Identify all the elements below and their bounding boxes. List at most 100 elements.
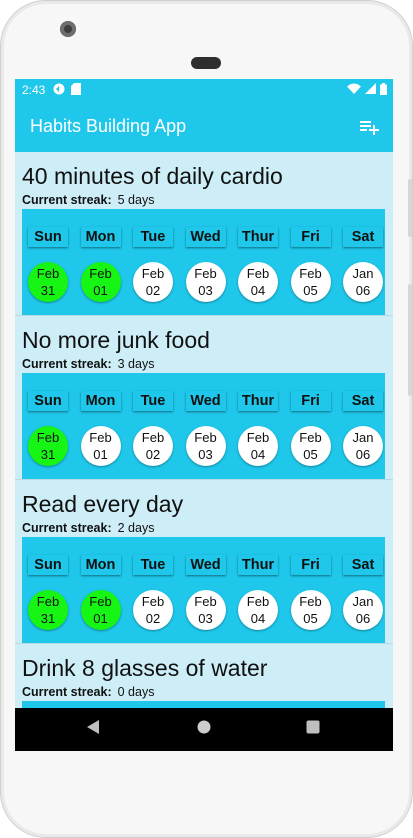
day-label: Fri	[290, 555, 331, 575]
recents-button[interactable]	[293, 708, 333, 751]
week-tracker: Sun Feb 31 Mon Feb 01 Tue Feb 02 Wed Feb 03 Thur Feb 0…	[22, 373, 385, 479]
habit-card[interactable]: Read every day Current streak: 2 days Sun Fe…	[15, 480, 393, 644]
signal-icon	[365, 83, 376, 97]
date-toggle[interactable]: Feb 04	[238, 426, 278, 466]
date-day: 01	[93, 447, 108, 462]
date-month: Jan	[352, 594, 374, 609]
date-toggle[interactable]: Feb 02	[133, 262, 173, 302]
day-column: Sun Feb 31	[22, 537, 74, 643]
date-month: Feb	[299, 266, 322, 281]
date-toggle[interactable]: Feb 01	[80, 262, 121, 302]
date-toggle[interactable]: Feb 05	[290, 426, 331, 466]
day-column: Tue Feb 02	[127, 537, 179, 643]
week-tracker: Sun Feb 31 Mon Feb 01 Tue Feb 02 Wed Feb 03 Thur Feb 0…	[22, 537, 385, 643]
date-toggle[interactable]: Feb 04	[238, 590, 278, 630]
date-day: 01	[93, 283, 108, 298]
day-label: Fri	[290, 391, 331, 411]
day-label: Mon	[80, 555, 121, 575]
date-month: Feb	[194, 594, 217, 609]
date-toggle[interactable]: Feb 02	[133, 590, 173, 630]
date-toggle[interactable]: Jan 06	[343, 590, 383, 630]
habit-name: Read every day	[22, 491, 184, 517]
habit-name: 40 minutes of daily cardio	[22, 163, 283, 189]
date-toggle[interactable]: Feb 03	[185, 262, 226, 302]
day-label: Sun	[28, 227, 68, 247]
day-label: Wed	[185, 391, 226, 411]
date-toggle[interactable]: Jan 06	[343, 426, 383, 466]
day-column: Sat Jan 06	[337, 373, 389, 479]
battery-icon	[380, 82, 387, 98]
date-month: Feb	[36, 594, 60, 609]
date-toggle[interactable]: Feb 31	[28, 590, 68, 630]
screen: 2:43 Habits Building App 40 minutes of d…	[15, 79, 393, 751]
day-column: Mon Feb 01	[75, 209, 127, 315]
date-day: 31	[40, 611, 56, 626]
day-column: Thur Feb 04	[232, 537, 284, 643]
streak-label: Current streak:	[22, 685, 112, 699]
date-day: 04	[250, 447, 266, 462]
day-label: Thur	[238, 391, 278, 411]
habit-name: No more junk food	[22, 327, 210, 353]
streak-label: Current streak:	[22, 193, 112, 207]
date-toggle[interactable]: Feb 31	[28, 262, 68, 302]
streak-value: 0 days	[117, 685, 155, 699]
date-toggle[interactable]: Feb 03	[185, 590, 226, 630]
day-column: Sat Jan 06	[337, 537, 389, 643]
date-month: Feb	[194, 430, 217, 445]
day-column: Mon Feb 01	[75, 537, 127, 643]
volume-button	[408, 284, 412, 396]
date-day: 02	[145, 611, 161, 626]
current-streak: Current streak: 5 days	[22, 193, 154, 207]
app-notification-icon	[53, 83, 65, 98]
date-toggle[interactable]: Feb 02	[133, 426, 173, 466]
date-month: Feb	[36, 266, 60, 281]
date-month: Feb	[141, 430, 165, 445]
date-day: 31	[40, 447, 56, 462]
current-streak: Current streak: 3 days	[22, 357, 154, 371]
day-column: Tue Feb 02	[127, 373, 179, 479]
habit-card[interactable]: 40 minutes of daily cardio Current streak…	[15, 152, 393, 316]
earpiece-speaker	[191, 57, 221, 69]
back-button[interactable]	[73, 708, 113, 751]
date-day: 06	[355, 611, 371, 626]
date-day: 31	[40, 283, 56, 298]
day-column: Wed Feb 03	[180, 373, 232, 479]
day-label: Mon	[80, 391, 121, 411]
day-label: Sun	[28, 391, 68, 411]
date-toggle[interactable]: Feb 05	[290, 590, 331, 630]
date-toggle[interactable]: Feb 05	[290, 262, 331, 302]
date-day: 03	[198, 611, 213, 626]
day-label: Wed	[185, 555, 226, 575]
habit-card[interactable]: No more junk food Current streak: 3 days Su…	[15, 316, 393, 480]
date-toggle[interactable]: Feb 01	[80, 426, 121, 466]
date-month: Feb	[89, 266, 112, 281]
day-column: Wed Feb 03	[180, 537, 232, 643]
day-column: Fri Feb 05	[285, 373, 337, 479]
streak-label: Current streak:	[22, 357, 112, 371]
date-day: 02	[145, 283, 161, 298]
date-month: Jan	[352, 266, 374, 281]
date-month: Jan	[352, 430, 374, 445]
day-column: Fri Feb 05	[285, 537, 337, 643]
date-day: 03	[198, 283, 213, 298]
day-column: Thur Feb 04	[232, 373, 284, 479]
date-month: Feb	[89, 430, 112, 445]
date-day: 01	[93, 611, 108, 626]
date-toggle[interactable]: Feb 31	[28, 426, 68, 466]
day-column: Thur Feb 04	[232, 209, 284, 315]
day-column: Sat Jan 06	[337, 209, 389, 315]
date-day: 04	[250, 283, 266, 298]
power-button	[408, 179, 412, 237]
streak-label: Current streak:	[22, 521, 112, 535]
date-toggle[interactable]: Feb 01	[80, 590, 121, 630]
date-toggle[interactable]: Feb 04	[238, 262, 278, 302]
date-toggle[interactable]: Feb 03	[185, 426, 226, 466]
playlist-add-icon[interactable]	[358, 116, 380, 138]
day-label: Fri	[290, 227, 331, 247]
date-day: 05	[303, 447, 318, 462]
home-button[interactable]	[184, 708, 224, 751]
date-toggle[interactable]: Jan 06	[343, 262, 383, 302]
day-column: Sun Feb 31	[22, 373, 74, 479]
date-month: Feb	[246, 430, 270, 445]
back-icon	[86, 719, 100, 740]
